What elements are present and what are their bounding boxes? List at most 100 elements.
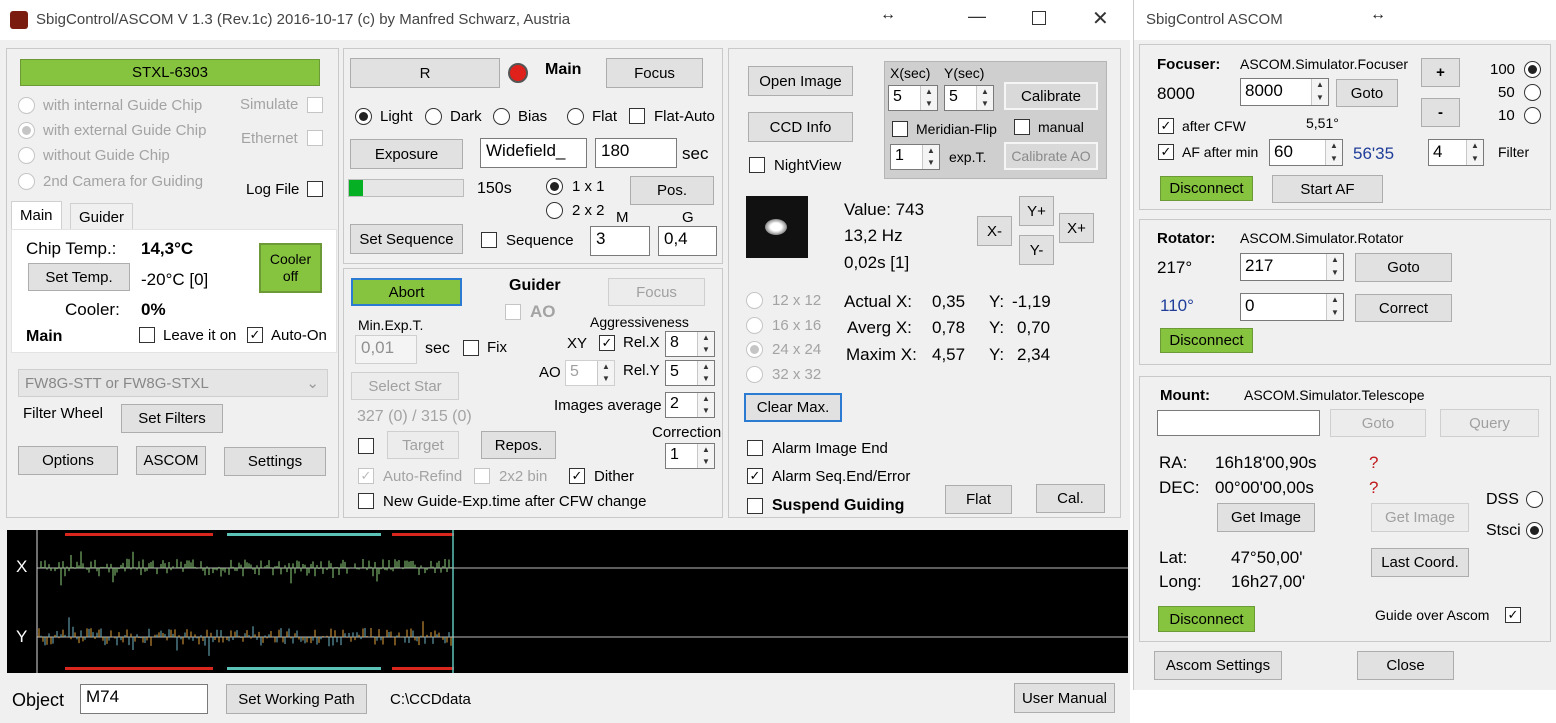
radio-internal-guide-chip[interactable] [18, 97, 35, 114]
tab-main[interactable]: Main [11, 201, 62, 229]
x-plus-button[interactable]: X+ [1059, 213, 1094, 243]
object-input[interactable]: M74 [80, 684, 208, 714]
min-exp-input[interactable]: 0,01 [355, 335, 417, 364]
minimize-icon[interactable]: — [968, 6, 986, 27]
camera-button[interactable]: STXL-6303 [20, 59, 320, 86]
radio-stsci[interactable] [1526, 522, 1543, 539]
abort-button[interactable]: Abort [351, 278, 462, 306]
rely-stepper[interactable]: 5 ▲ ▼ [665, 360, 715, 386]
leave-on-checkbox[interactable] [139, 327, 155, 343]
focuser-target-stepper[interactable]: 8000 ▲ ▼ [1240, 78, 1329, 106]
clear-max-button[interactable]: Clear Max. [744, 393, 842, 422]
radio-dss[interactable] [1526, 491, 1543, 508]
ethernet-checkbox[interactable] [307, 130, 323, 146]
rotator-target-stepper[interactable]: 217 ▲ ▼ [1240, 253, 1344, 281]
af-after-min-checkbox[interactable]: ✓ [1158, 144, 1174, 160]
fix-checkbox[interactable] [463, 340, 479, 356]
exposure-name-input[interactable]: Widefield_ [480, 138, 587, 168]
settings-button[interactable]: Settings [224, 447, 326, 476]
nightview-checkbox[interactable] [749, 157, 765, 173]
guider-focus-button[interactable]: Focus [608, 278, 705, 306]
radio-dark[interactable] [425, 108, 442, 125]
radio-step-10[interactable] [1524, 107, 1541, 124]
alarm-seq-checkbox[interactable]: ✓ [747, 468, 763, 484]
cal-button[interactable]: Cal. [1036, 484, 1105, 513]
expt-stepper[interactable]: 1 ▲ ▼ [890, 144, 940, 170]
radio-flat[interactable] [567, 108, 584, 125]
target-button[interactable]: Target [387, 431, 459, 459]
af-min-stepper[interactable]: 60 ▲ ▼ [1269, 139, 1343, 166]
ysec-stepper[interactable]: 5 ▲ ▼ [944, 85, 994, 111]
set-sequence-button[interactable]: Set Sequence [350, 224, 463, 254]
radio-2nd-camera[interactable] [18, 173, 35, 190]
dither-checkbox[interactable]: ✓ [569, 468, 585, 484]
open-image-button[interactable]: Open Image [748, 66, 853, 96]
rotator-correct-stepper[interactable]: 0 ▲ ▼ [1240, 293, 1344, 321]
main-title-bar[interactable]: SbigControl/ASCOM V 1.3 (Rev.1c) 2016-10… [0, 0, 1130, 40]
maximize-icon[interactable] [1032, 11, 1046, 25]
get-image-button[interactable]: Get Image [1217, 503, 1315, 532]
correction-stepper[interactable]: 1 ▲ ▼ [665, 443, 715, 469]
radio-without-guide-chip[interactable] [18, 147, 35, 164]
ao-stepper[interactable]: 5 ▲ ▼ [565, 360, 615, 386]
suspend-guiding-checkbox[interactable] [747, 498, 763, 514]
ao-checkbox[interactable] [505, 304, 521, 320]
rotator-goto-button[interactable]: Goto [1355, 253, 1452, 282]
radio-light[interactable] [355, 108, 372, 125]
set-temp-button[interactable]: Set Temp. [28, 263, 130, 291]
radio-bias[interactable] [493, 108, 510, 125]
select-star-button[interactable]: Select Star [351, 372, 459, 400]
y-minus-button[interactable]: Y- [1019, 235, 1054, 265]
set-filters-button[interactable]: Set Filters [121, 404, 223, 433]
mount-goto-button[interactable]: Goto [1330, 409, 1426, 437]
radio-box-24[interactable] [746, 341, 763, 358]
y-plus-button[interactable]: Y+ [1019, 196, 1054, 226]
user-manual-button[interactable]: User Manual [1014, 683, 1115, 713]
options-button[interactable]: Options [18, 446, 118, 475]
close-icon[interactable]: ✕ [1092, 6, 1109, 31]
manual-checkbox[interactable] [1014, 119, 1030, 135]
focuser-minus-button[interactable]: - [1421, 98, 1460, 127]
pos-button[interactable]: Pos. [630, 176, 714, 205]
focuser-plus-button[interactable]: + [1421, 58, 1460, 87]
auto-refind-checkbox[interactable]: ✓ [358, 468, 374, 484]
focuser-goto-button[interactable]: Goto [1336, 79, 1398, 107]
after-cfw-checkbox[interactable]: ✓ [1158, 118, 1174, 134]
radio-box-32[interactable] [746, 366, 763, 383]
filter-wheel-select[interactable]: FW8G-STT or FW8G-STXL ⌄ [18, 369, 328, 397]
g-input[interactable]: 0,4 [658, 226, 717, 256]
meridian-flip-checkbox[interactable] [892, 121, 908, 137]
images-average-stepper[interactable]: 2 ▲ ▼ [665, 392, 715, 418]
filter-r-button[interactable]: R [350, 58, 500, 88]
ccd-info-button[interactable]: CCD Info [748, 112, 853, 142]
mount-disconnect-button[interactable]: Disconnect [1158, 606, 1255, 632]
set-working-path-button[interactable]: Set Working Path [226, 684, 367, 714]
target-checkbox[interactable] [358, 438, 374, 454]
guide-over-ascom-checkbox[interactable]: ✓ [1505, 607, 1521, 623]
rotator-correct-button[interactable]: Correct [1355, 294, 1452, 322]
radio-external-guide-chip[interactable] [18, 122, 35, 139]
start-af-button[interactable]: Start AF [1272, 175, 1383, 203]
radio-box-12[interactable] [746, 292, 763, 309]
mount-object-input[interactable] [1157, 410, 1320, 436]
logfile-checkbox[interactable] [307, 181, 323, 197]
flat-auto-checkbox[interactable] [629, 108, 645, 124]
xsec-stepper[interactable]: 5 ▲ ▼ [888, 85, 938, 111]
focus-button[interactable]: Focus [606, 58, 703, 88]
exposure-time-input[interactable]: 180 [595, 138, 677, 168]
m-input[interactable]: 3 [590, 226, 650, 256]
bin2x2-checkbox[interactable] [474, 468, 490, 484]
calibrate-button[interactable]: Calibrate [1004, 82, 1098, 110]
focuser-disconnect-button[interactable]: Disconnect [1160, 176, 1253, 201]
xy-checkbox[interactable]: ✓ [599, 335, 615, 351]
exposure-button[interactable]: Exposure [350, 139, 463, 169]
ascom-title-bar[interactable]: SbigControl ASCOM ↔ [1134, 0, 1556, 40]
radio-bin-1x1[interactable] [546, 178, 563, 195]
auto-on-checkbox[interactable]: ✓ [247, 327, 263, 343]
relx-stepper[interactable]: 8 ▲ ▼ [665, 331, 715, 357]
alarm-image-end-checkbox[interactable] [747, 440, 763, 456]
radio-bin-2x2[interactable] [546, 202, 563, 219]
cooler-off-button[interactable]: Cooler off [259, 243, 322, 293]
get-image-disabled-button[interactable]: Get Image [1371, 503, 1469, 532]
mount-query-button[interactable]: Query [1440, 409, 1539, 437]
